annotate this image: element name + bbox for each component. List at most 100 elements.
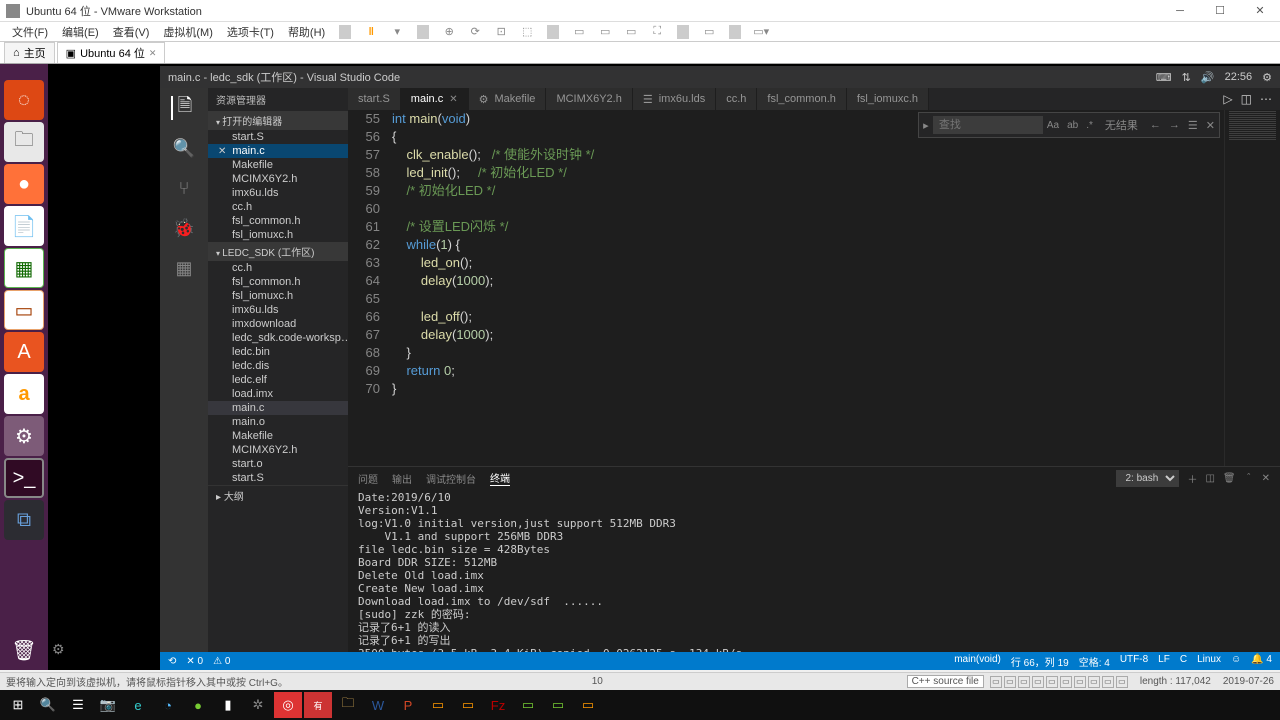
minimap[interactable] <box>1224 110 1280 466</box>
file-item[interactable]: cc.h <box>208 261 348 275</box>
tray-icon[interactable]: ▭ <box>990 676 1002 688</box>
editor-tab[interactable]: cc.h <box>716 88 757 110</box>
app-icon[interactable]: ▭ <box>454 692 482 718</box>
app-icon[interactable]: ▭ <box>544 692 572 718</box>
vm-tab-home[interactable]: ⌂ 主页 <box>4 42 55 63</box>
file-item[interactable]: main.o <box>208 415 348 429</box>
impress-icon[interactable]: ▭ <box>4 290 44 330</box>
file-item[interactable]: imxdownload <box>208 317 348 331</box>
toolbar-icon[interactable]: ⊕ <box>441 24 457 40</box>
edge-icon[interactable]: e <box>124 692 152 718</box>
vscode-icon[interactable]: ⧉ <box>4 500 44 540</box>
menu-tabs[interactable]: 选项卡(T) <box>221 22 280 42</box>
outline-section[interactable]: ▸ 大纲 <box>208 485 348 503</box>
status-lang[interactable]: C <box>1180 654 1187 669</box>
toolbar-icon[interactable]: ▭ <box>701 24 717 40</box>
toolbar-icon[interactable]: ⟳ <box>467 24 483 40</box>
taskview-icon[interactable]: ☰ <box>64 692 92 718</box>
open-editor-item[interactable]: fsl_common.h <box>208 214 348 228</box>
editor-tab[interactable]: main.c✕ <box>401 88 469 110</box>
tray-icon[interactable]: ▭ <box>1074 676 1086 688</box>
menu-file[interactable]: 文件(F) <box>6 22 54 42</box>
whole-word-icon[interactable]: ab <box>1063 120 1082 131</box>
file-item[interactable]: start.o <box>208 457 348 471</box>
powerpoint-icon[interactable]: P <box>394 692 422 718</box>
tray-icon[interactable]: ▭ <box>1046 676 1058 688</box>
toolbar-icon[interactable]: ▭ <box>571 24 587 40</box>
amazon-icon[interactable]: a <box>4 374 44 414</box>
editor-tab[interactable]: fsl_common.h <box>757 88 846 110</box>
panel-tab-debug[interactable]: 调试控制台 <box>426 471 476 486</box>
camera-icon[interactable]: 📷 <box>94 692 122 718</box>
file-item[interactable]: fsl_common.h <box>208 275 348 289</box>
editor-tab[interactable]: start.S <box>348 88 401 110</box>
tray-icon[interactable]: ▭ <box>1018 676 1030 688</box>
vm-tab-ubuntu[interactable]: ▣ Ubuntu 64 位 ✕ <box>57 42 166 63</box>
status-cursor[interactable]: 行 66，列 19 <box>1011 654 1069 669</box>
minimize-button[interactable]: ─ <box>1160 0 1200 22</box>
code-editor[interactable]: 55 56 57 58 59 60 61 62 63 64 65 66 67 6… <box>348 110 1280 466</box>
close-icon[interactable]: ✕ <box>1262 473 1270 484</box>
start-button[interactable]: ⊞ <box>4 692 32 718</box>
settings-icon[interactable]: ⚙ <box>4 416 44 456</box>
extensions-icon[interactable]: ▦ <box>172 256 196 280</box>
tray-icon[interactable]: ▭ <box>1116 676 1128 688</box>
menu-vm[interactable]: 虚拟机(M) <box>157 22 219 42</box>
gear-icon[interactable]: ⚙ <box>48 637 69 662</box>
pause-icon[interactable]: ‖ <box>363 24 379 40</box>
app-icon[interactable]: ◎ <box>274 692 302 718</box>
code-content[interactable]: int main(void) { clk_enable(); /* 使能外设时钟… <box>392 110 1224 466</box>
sound-icon[interactable]: 🔊 <box>1201 71 1215 84</box>
close-icon[interactable]: ✕ <box>1202 119 1219 132</box>
app-icon[interactable]: ▮ <box>214 692 242 718</box>
app-icon[interactable]: ▭ <box>574 692 602 718</box>
close-button[interactable]: ✕ <box>1240 0 1280 22</box>
status-bell-icon[interactable]: 🔔 4 <box>1251 654 1272 669</box>
toolbar-icon[interactable]: ▭ <box>597 24 613 40</box>
explorer-icon[interactable]: 🗎 <box>171 96 195 120</box>
tray-icon[interactable]: ▭ <box>1004 676 1016 688</box>
files-icon[interactable]: 🗀 <box>4 122 44 162</box>
debug-icon[interactable]: 🐞 <box>172 216 196 240</box>
match-case-icon[interactable]: Aa <box>1043 120 1063 131</box>
maximize-button[interactable]: ☐ <box>1200 0 1240 22</box>
menu-view[interactable]: 查看(V) <box>107 22 156 42</box>
terminal-selector[interactable]: 2: bash <box>1116 470 1179 487</box>
search-icon[interactable]: 🔍 <box>172 136 196 160</box>
menu-help[interactable]: 帮助(H) <box>282 22 331 42</box>
close-icon[interactable]: ✕ <box>218 146 226 157</box>
toolbar-icon[interactable]: ⛶ <box>649 24 665 40</box>
file-item[interactable]: ledc.elf <box>208 373 348 387</box>
app-icon[interactable]: ◔ <box>154 692 182 718</box>
editor-tab[interactable]: fsl_iomuxc.h <box>847 88 929 110</box>
split-terminal-icon[interactable]: ◫ <box>1205 473 1214 484</box>
regex-icon[interactable]: .* <box>1082 120 1097 131</box>
prev-icon[interactable]: ← <box>1146 119 1165 131</box>
status-sync-icon[interactable]: ⟲ <box>168 656 176 667</box>
status-eol[interactable]: LF <box>1158 654 1170 669</box>
tray-icon[interactable]: ▭ <box>1102 676 1114 688</box>
gear-icon[interactable]: ⚙ <box>1262 71 1272 84</box>
power-icon[interactable]: ▾ <box>389 24 405 40</box>
find-input[interactable] <box>933 116 1043 134</box>
open-editor-item[interactable]: imx6u.lds <box>208 186 348 200</box>
keyboard-icon[interactable]: ⌨ <box>1156 71 1172 84</box>
tray-icon[interactable]: ▭ <box>1060 676 1072 688</box>
status-errors[interactable]: ✕ 0 <box>186 656 203 667</box>
panel-tab-problems[interactable]: 问题 <box>358 471 378 486</box>
firefox-icon[interactable]: ● <box>4 164 44 204</box>
maximize-icon[interactable]: ＾ <box>1244 471 1254 486</box>
status-indent[interactable]: 空格: 4 <box>1079 654 1110 669</box>
open-editor-item[interactable]: ✕main.c <box>208 144 348 158</box>
expand-icon[interactable]: ▸ <box>919 119 933 132</box>
tray-icon[interactable]: ▭ <box>1032 676 1044 688</box>
toolbar-icon[interactable]: ▭ <box>623 24 639 40</box>
calc-icon[interactable]: ▦ <box>4 248 44 288</box>
app-icon[interactable]: ✲ <box>244 692 272 718</box>
file-item[interactable]: Makefile <box>208 429 348 443</box>
toolbar-icon[interactable]: ▭▾ <box>753 24 769 40</box>
close-icon[interactable]: ✕ <box>449 94 457 105</box>
open-editor-item[interactable]: Makefile <box>208 158 348 172</box>
close-icon[interactable]: ✕ <box>149 48 157 59</box>
file-item[interactable]: ledc_sdk.code-worksp… <box>208 331 348 345</box>
